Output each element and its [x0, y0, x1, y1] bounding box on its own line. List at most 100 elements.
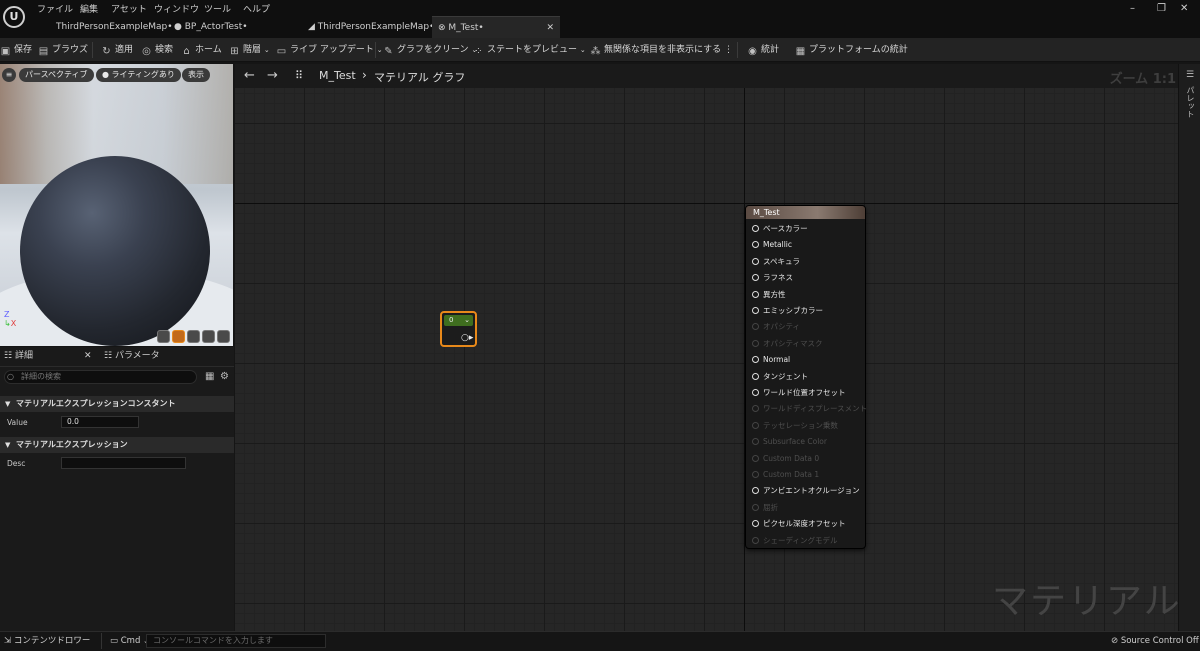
desc-input[interactable]	[61, 457, 186, 469]
material-pin-row[interactable]: ワールド位置オフセット	[752, 387, 846, 399]
clean-graph-button[interactable]: ✎ グラフをクリーン ⌄	[383, 38, 477, 62]
material-pin-row[interactable]: 異方性	[752, 289, 786, 301]
tab-details[interactable]: ☷ 詳細	[4, 347, 33, 365]
hide-unrelated-button[interactable]: ⁂ 無関係な項目を非表示にする ⋮	[590, 38, 733, 62]
material-pin-row[interactable]: タンジェント	[752, 371, 808, 383]
preview-state-button[interactable]: ⁘ ステートをプレビュー ⌄	[473, 38, 585, 62]
forward-arrow-icon[interactable]: →	[267, 68, 278, 83]
input-pin-icon[interactable]	[752, 454, 759, 462]
tab-m-test[interactable]: ⊗ M_Test• ✕	[432, 16, 560, 38]
tab-parameters[interactable]: ☷ パラメータ	[104, 347, 160, 365]
perspective-button[interactable]: パースペクティブ	[19, 68, 94, 82]
section-material-expression[interactable]: ▼ マテリアルエクスプレッション	[0, 437, 234, 453]
tab-bp-actortest[interactable]: ● BP_ActorTest•	[168, 16, 296, 38]
input-pin-icon[interactable]	[752, 372, 759, 380]
input-pin-icon[interactable]	[752, 241, 759, 249]
breadcrumb-asset[interactable]: M_Test	[319, 69, 356, 82]
chevron-down-icon[interactable]: ⌄	[464, 315, 470, 326]
input-pin-icon[interactable]	[752, 274, 759, 282]
search-button[interactable]: ◎ 検索	[141, 38, 173, 62]
source-control-status[interactable]: ⊘ Source Control Off	[1111, 632, 1199, 651]
tab-thirdperson-map-2[interactable]: ◢ ThirdPersonExampleMap•	[302, 16, 434, 38]
input-pin-icon[interactable]	[752, 339, 759, 347]
material-pin-row[interactable]: シェーディングモデル	[752, 535, 837, 547]
teapot-shape-icon[interactable]	[217, 330, 230, 343]
material-pin-row[interactable]: 屈折	[752, 502, 778, 514]
grid-view-icon[interactable]: ▦	[205, 371, 214, 382]
material-pin-row[interactable]: スペキュラ	[752, 256, 800, 268]
preview-viewport[interactable]: ≡ パースペクティブ ● ライティングあり 表示 Z ↳X	[0, 64, 233, 346]
live-update-button[interactable]: ▭ ライブ アップデート ⌄	[276, 38, 383, 62]
cylinder-shape-icon[interactable]	[157, 330, 170, 343]
material-pin-row[interactable]: ラフネス	[752, 272, 793, 284]
content-drawer-button[interactable]: ⇲ コンテンツドロワー	[4, 632, 90, 651]
settings-gear-icon[interactable]: ⚙	[220, 371, 229, 382]
input-pin-icon[interactable]	[752, 356, 759, 364]
menu-window[interactable]: ウィンドウ	[154, 2, 199, 15]
input-pin-icon[interactable]	[752, 503, 759, 511]
input-pin-icon[interactable]	[752, 438, 759, 446]
material-pin-row[interactable]: オパシティ	[752, 321, 800, 333]
input-pin-icon[interactable]	[752, 405, 759, 413]
input-pin-icon[interactable]	[752, 257, 759, 265]
material-pin-row[interactable]: Custom Data 0	[752, 453, 819, 465]
material-pin-row[interactable]: Custom Data 1	[752, 469, 819, 481]
input-pin-icon[interactable]	[752, 290, 759, 298]
maximize-icon[interactable]: ❐	[1157, 3, 1166, 14]
menu-tools[interactable]: ツール	[204, 2, 231, 15]
cmd-button[interactable]: ▭ Cmd ⌄	[110, 632, 149, 651]
input-pin-icon[interactable]	[752, 536, 759, 544]
material-pin-row[interactable]: オパシティマスク	[752, 338, 823, 350]
close-details-icon[interactable]: ✕	[84, 347, 92, 365]
hierarchy-button[interactable]: ⊞ 階層 ⌄	[229, 38, 269, 62]
input-pin-icon[interactable]	[752, 323, 759, 331]
close-tab-icon[interactable]: ✕	[546, 17, 554, 39]
sphere-shape-icon[interactable]	[172, 330, 185, 343]
more-options-icon[interactable]: ⋮	[724, 45, 733, 55]
input-pin-icon[interactable]	[752, 520, 759, 528]
material-result-node[interactable]: M_Test ベースカラー Metallic スペキュラ ラフネス 異方性 エミッシブカラ…	[745, 205, 867, 549]
section-expression-constant[interactable]: ▼ マテリアルエクスプレッションコンスタント	[0, 396, 234, 412]
cube-shape-icon[interactable]	[202, 330, 215, 343]
menu-edit[interactable]: 編集	[80, 2, 98, 15]
input-pin-icon[interactable]	[752, 307, 759, 314]
platform-stats-button[interactable]: ▦ プラットフォームの統計	[795, 38, 908, 62]
material-pin-row[interactable]: ベースカラー	[752, 223, 808, 235]
menu-asset[interactable]: アセット	[111, 2, 147, 15]
output-pin-icon[interactable]: ○▸	[461, 333, 473, 343]
material-graph-canvas[interactable]	[235, 64, 1178, 631]
input-pin-icon[interactable]	[752, 421, 759, 429]
input-pin-icon[interactable]	[752, 471, 759, 478]
material-pin-row[interactable]: Subsurface Color	[752, 436, 827, 448]
lighting-button[interactable]: ● ライティングあり	[96, 68, 181, 82]
tab-thirdperson-map-1[interactable]: ThirdPersonExampleMap•	[50, 16, 173, 38]
show-button[interactable]: 表示	[182, 68, 210, 82]
palette-side-tab[interactable]: ☰ パレット	[1178, 64, 1200, 631]
menu-file[interactable]: ファイル	[37, 2, 73, 15]
save-button[interactable]: ▣ 保存	[0, 38, 32, 62]
value-input[interactable]: 0.0	[61, 416, 139, 428]
material-pin-row[interactable]: テッセレーション乗数	[752, 420, 838, 432]
material-pin-row[interactable]: アンビエントオクルージョン	[752, 485, 860, 497]
back-arrow-icon[interactable]: ←	[244, 68, 255, 83]
browse-button[interactable]: ▤ ブラウズ	[38, 38, 88, 62]
input-pin-icon[interactable]	[752, 225, 759, 232]
home-button[interactable]: ⌂ ホーム	[181, 38, 221, 62]
close-window-icon[interactable]: ✕	[1180, 3, 1188, 14]
material-pin-row[interactable]: エミッシブカラー	[752, 305, 823, 317]
input-pin-icon[interactable]	[752, 389, 759, 396]
minimize-icon[interactable]: –	[1130, 3, 1135, 14]
material-pin-row[interactable]: ピクセル深度オフセット	[752, 518, 846, 530]
material-pin-row[interactable]: Normal	[752, 354, 790, 366]
console-command-input[interactable]: コンソールコマンドを入力します	[146, 634, 326, 648]
menu-help[interactable]: ヘルプ	[243, 2, 270, 15]
plane-shape-icon[interactable]	[187, 330, 200, 343]
stats-button[interactable]: ◉ 統計	[747, 38, 779, 62]
material-pin-row[interactable]: Metallic	[752, 239, 792, 251]
constant-node[interactable]: 0 ⌄ ○▸	[440, 311, 477, 347]
apply-button[interactable]: ↻ 適用	[101, 38, 133, 62]
details-search-input[interactable]: 詳細の検索	[4, 370, 197, 384]
input-pin-icon[interactable]	[752, 487, 759, 495]
unreal-logo-icon[interactable]: U	[3, 6, 25, 28]
material-pin-row[interactable]: ワールドディスプレースメント	[752, 403, 867, 415]
